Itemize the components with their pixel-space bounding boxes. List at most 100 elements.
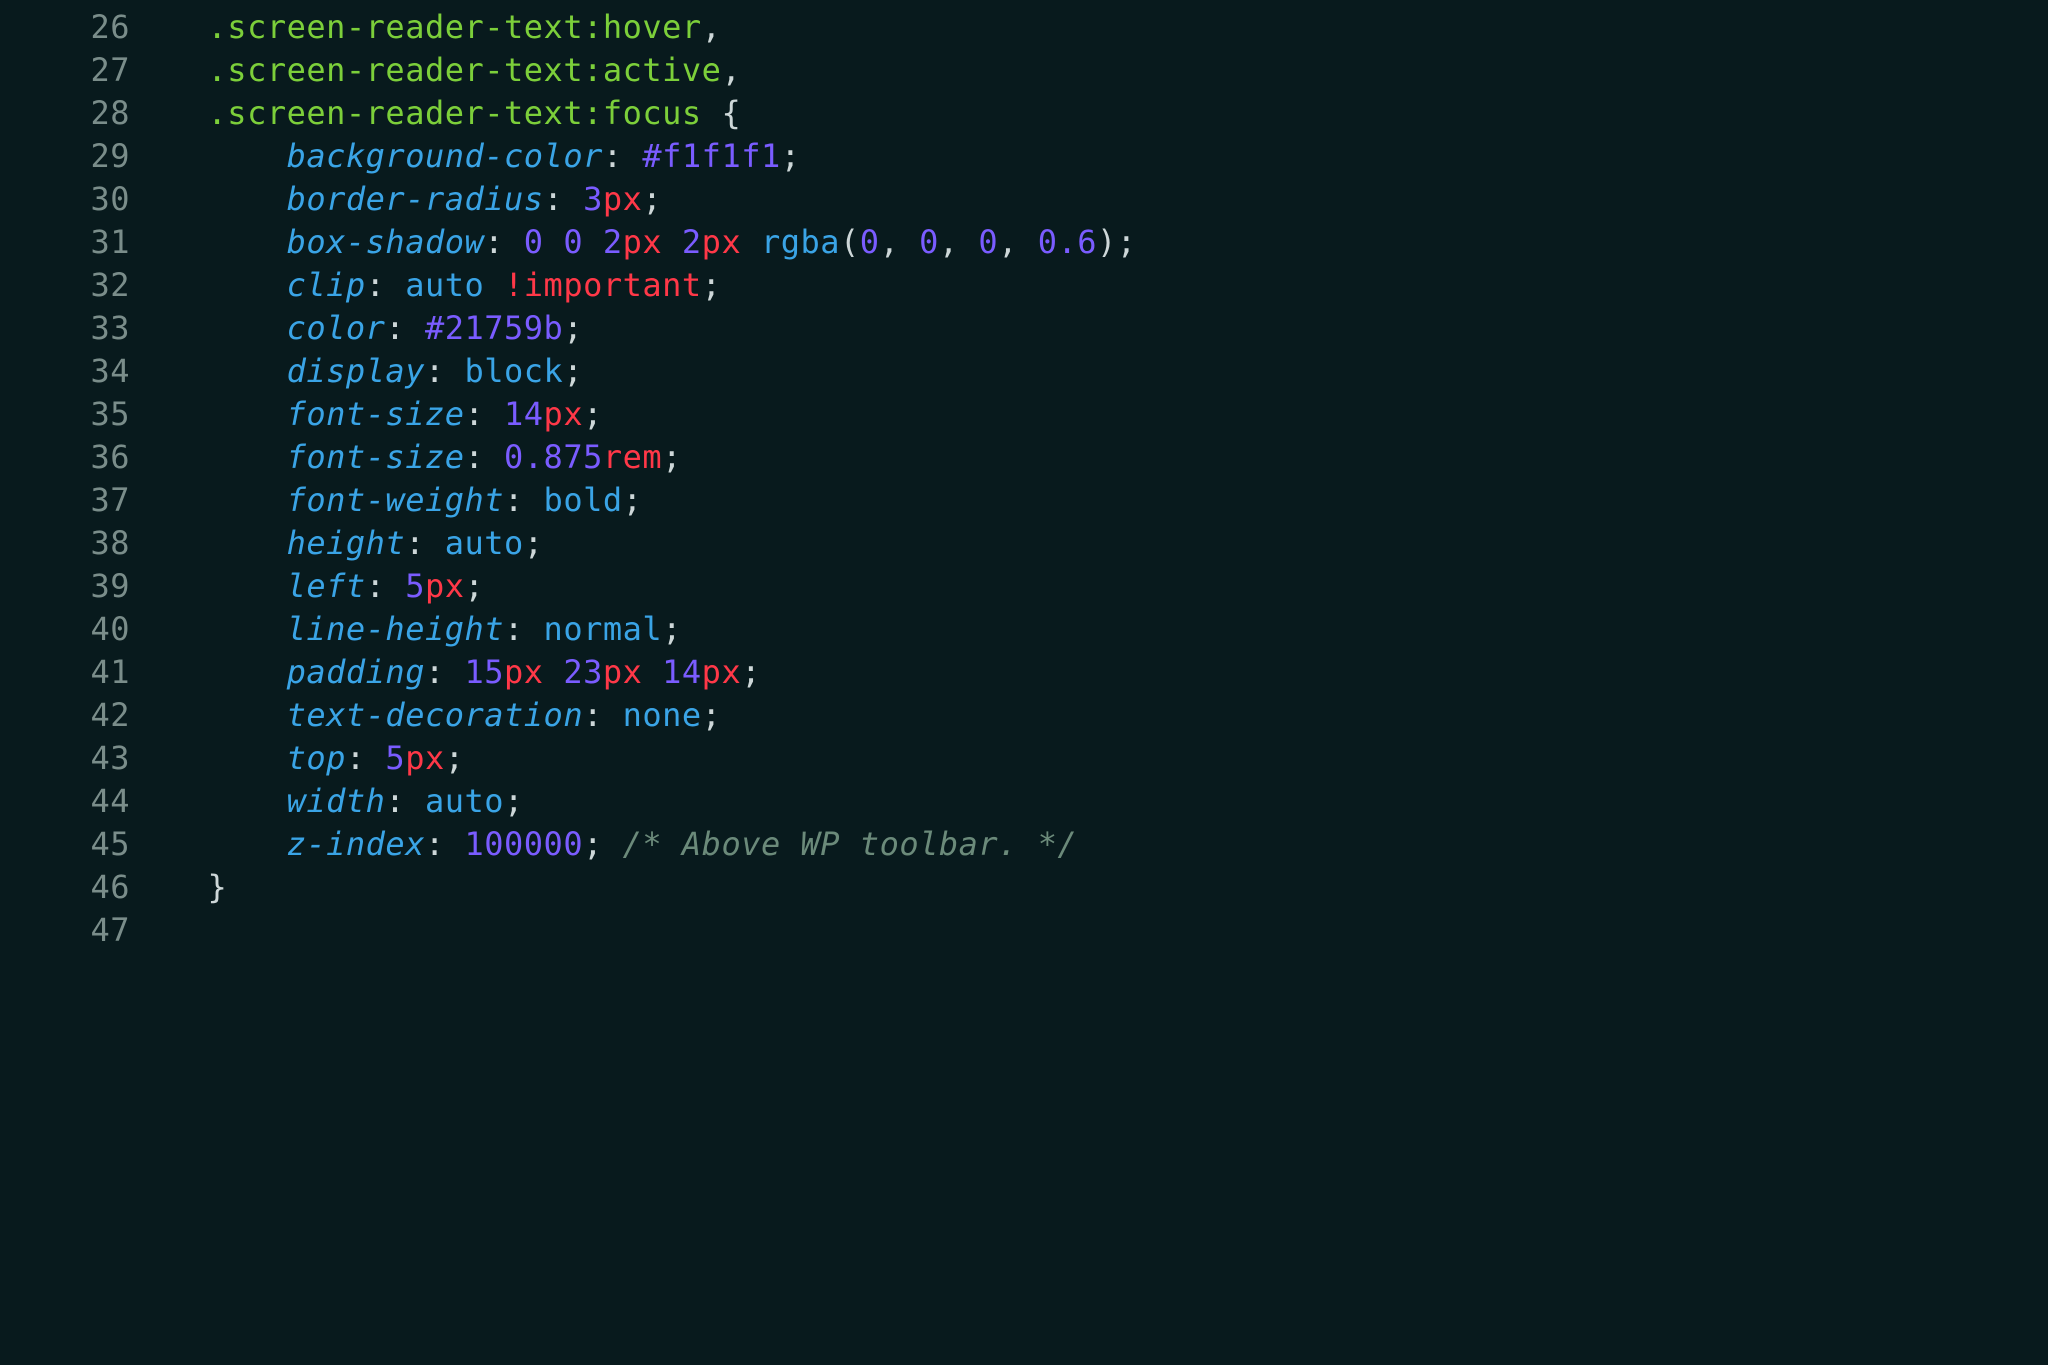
- token-punc: [484, 266, 504, 304]
- colon: :: [366, 266, 386, 304]
- token-kw: bold: [544, 481, 623, 519]
- semicolon: ;: [702, 696, 722, 734]
- semicolon: ;: [563, 309, 583, 347]
- code-line[interactable]: left: 5px;: [168, 565, 2048, 608]
- token-punc: [741, 223, 761, 261]
- token-punc: ,: [880, 223, 920, 261]
- colon: :: [603, 137, 623, 175]
- colon: :: [366, 567, 386, 605]
- property: width: [287, 782, 386, 820]
- colon: :: [544, 180, 564, 218]
- colon: :: [425, 352, 445, 390]
- colon: :: [464, 395, 484, 433]
- token-unit: px: [603, 180, 643, 218]
- token-num: 0: [524, 223, 544, 261]
- selector: .screen-reader-text: [208, 8, 584, 46]
- code-line[interactable]: }: [168, 866, 2048, 909]
- token-unit: px: [623, 223, 663, 261]
- line-number: 44: [0, 780, 130, 823]
- token-punc: [662, 223, 682, 261]
- code-line[interactable]: font-size: 14px;: [168, 393, 2048, 436]
- token-num: 100000: [464, 825, 583, 863]
- colon: :: [425, 653, 445, 691]
- code-line[interactable]: line-height: normal;: [168, 608, 2048, 651]
- line-number: 46: [0, 866, 130, 909]
- code-line[interactable]: clip: auto !important;: [168, 264, 2048, 307]
- code-line[interactable]: z-index: 100000; /* Above WP toolbar. */: [168, 823, 2048, 866]
- property: border-radius: [287, 180, 544, 218]
- token-num: 3: [583, 180, 603, 218]
- code-line[interactable]: font-weight: bold;: [168, 479, 2048, 522]
- code-line[interactable]: .screen-reader-text:hover,: [168, 6, 2048, 49]
- token-num: 23: [563, 653, 603, 691]
- token-punc: [544, 653, 564, 691]
- colon: :: [385, 309, 405, 347]
- line-number: 28: [0, 92, 130, 135]
- punctuation: ,: [702, 8, 722, 46]
- code-editor[interactable]: 2627282930313233343536373839404142434445…: [0, 0, 2048, 1365]
- token-unit: px: [544, 395, 584, 433]
- code-line[interactable]: text-decoration: none;: [168, 694, 2048, 737]
- token-kw: auto: [425, 782, 504, 820]
- colon: :: [405, 524, 425, 562]
- token-punc: ): [1097, 223, 1117, 261]
- code-line[interactable]: padding: 15px 23px 14px;: [168, 651, 2048, 694]
- token-punc: ,: [998, 223, 1038, 261]
- property: left: [287, 567, 366, 605]
- token-unit: px: [405, 739, 445, 777]
- token-punc: [642, 653, 662, 691]
- token-num: 15: [464, 653, 504, 691]
- code-line[interactable]: width: auto;: [168, 780, 2048, 823]
- semicolon: ;: [464, 567, 484, 605]
- property: color: [287, 309, 386, 347]
- semicolon: ;: [642, 180, 662, 218]
- code-line[interactable]: .screen-reader-text:focus {: [168, 92, 2048, 135]
- selector: .screen-reader-text: [208, 94, 584, 132]
- semicolon: ;: [702, 266, 722, 304]
- colon: :: [464, 438, 484, 476]
- semicolon: ;: [623, 481, 643, 519]
- code-line[interactable]: box-shadow: 0 0 2px 2px rgba(0, 0, 0, 0.…: [168, 221, 2048, 264]
- token-kw: none: [623, 696, 702, 734]
- property: box-shadow: [287, 223, 485, 261]
- colon: :: [583, 696, 603, 734]
- code-line[interactable]: color: #21759b;: [168, 307, 2048, 350]
- token-fn: rgba: [761, 223, 840, 261]
- token-num: 14: [662, 653, 702, 691]
- code-line[interactable]: border-radius: 3px;: [168, 178, 2048, 221]
- token-unit: px: [504, 653, 544, 691]
- colon: :: [504, 481, 524, 519]
- punctuation: ,: [721, 51, 741, 89]
- token-num: 2: [682, 223, 702, 261]
- colon: :: [484, 223, 504, 261]
- semicolon: ;: [583, 825, 603, 863]
- property: z-index: [287, 825, 425, 863]
- code-line[interactable]: display: block;: [168, 350, 2048, 393]
- line-number: 41: [0, 651, 130, 694]
- code-line[interactable]: [168, 909, 2048, 952]
- token-kw: auto: [445, 524, 524, 562]
- token-num: 14: [504, 395, 544, 433]
- token-kw: block: [464, 352, 563, 390]
- line-number: 31: [0, 221, 130, 264]
- code-line[interactable]: .screen-reader-text:active,: [168, 49, 2048, 92]
- semicolon: ;: [781, 137, 801, 175]
- line-number: 32: [0, 264, 130, 307]
- code-line[interactable]: font-size: 0.875rem;: [168, 436, 2048, 479]
- code-line[interactable]: background-color: #f1f1f1;: [168, 135, 2048, 178]
- colon: :: [504, 610, 524, 648]
- property: padding: [287, 653, 425, 691]
- code-line[interactable]: top: 5px;: [168, 737, 2048, 780]
- semicolon: ;: [662, 438, 682, 476]
- token-num: 5: [385, 739, 405, 777]
- line-number: 34: [0, 350, 130, 393]
- code-area[interactable]: .screen-reader-text:hover, .screen-reade…: [168, 6, 2048, 1365]
- semicolon: ;: [662, 610, 682, 648]
- line-number: 37: [0, 479, 130, 522]
- token-punc: [544, 223, 564, 261]
- line-number: 33: [0, 307, 130, 350]
- code-line[interactable]: height: auto;: [168, 522, 2048, 565]
- property: top: [287, 739, 346, 777]
- line-number: 43: [0, 737, 130, 780]
- colon: :: [385, 782, 405, 820]
